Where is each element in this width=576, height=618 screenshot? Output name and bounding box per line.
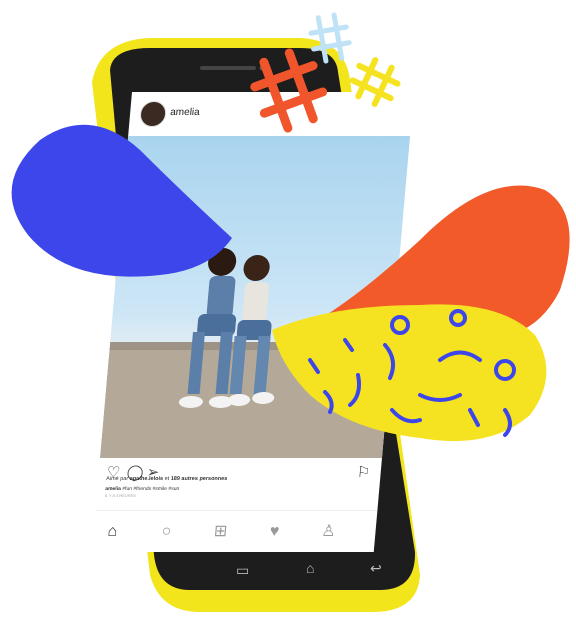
activity-heart-icon[interactable]: ♥ [263,521,287,543]
phone-camera [259,65,265,71]
post-username[interactable]: amelia [170,107,200,118]
home-icon[interactable]: ⌂ [101,521,125,543]
post-actions: ♡ ◯ ➢ ⚐ [97,458,382,488]
likes-line: Aimé par agathe.lelois et 189 autres per… [106,476,228,482]
bookmark-icon[interactable]: ⚐ [356,463,371,481]
illustration: amelia ♡ ◯ ➢ ⚐ Aimé par agathe.lelois et… [0,0,576,618]
photo-people-illustration [99,248,393,458]
likes-prefix: Aimé par [105,476,130,482]
android-home-icon[interactable]: ⌂ [306,560,314,576]
search-icon[interactable]: ○ [155,521,179,543]
avatar[interactable] [138,101,168,127]
post-photo[interactable] [99,136,411,458]
bottom-nav: ⌂ ○ ⊞ ♥ ♙ [91,510,378,552]
caption-line: amelia #fun #friends #smile #sun [105,486,179,492]
post-time: IL Y A 4 HEURES [104,493,137,498]
back-icon[interactable]: ↩ [370,560,382,577]
caption-text: #fun #friends #smile #sun [120,486,180,492]
likes-count[interactable]: 189 autres personnes [170,476,227,482]
recent-apps-icon[interactable]: ▭ [236,562,249,579]
phone-speaker [200,66,256,70]
profile-icon[interactable]: ♙ [317,521,341,543]
likes-user[interactable]: agathe.lelois [129,476,163,482]
phone-screen: amelia ♡ ◯ ➢ ⚐ Aimé par agathe.lelois et… [91,92,414,552]
post-header: amelia [128,92,414,138]
add-post-icon[interactable]: ⊞ [209,521,233,543]
caption-user[interactable]: amelia [105,486,121,492]
